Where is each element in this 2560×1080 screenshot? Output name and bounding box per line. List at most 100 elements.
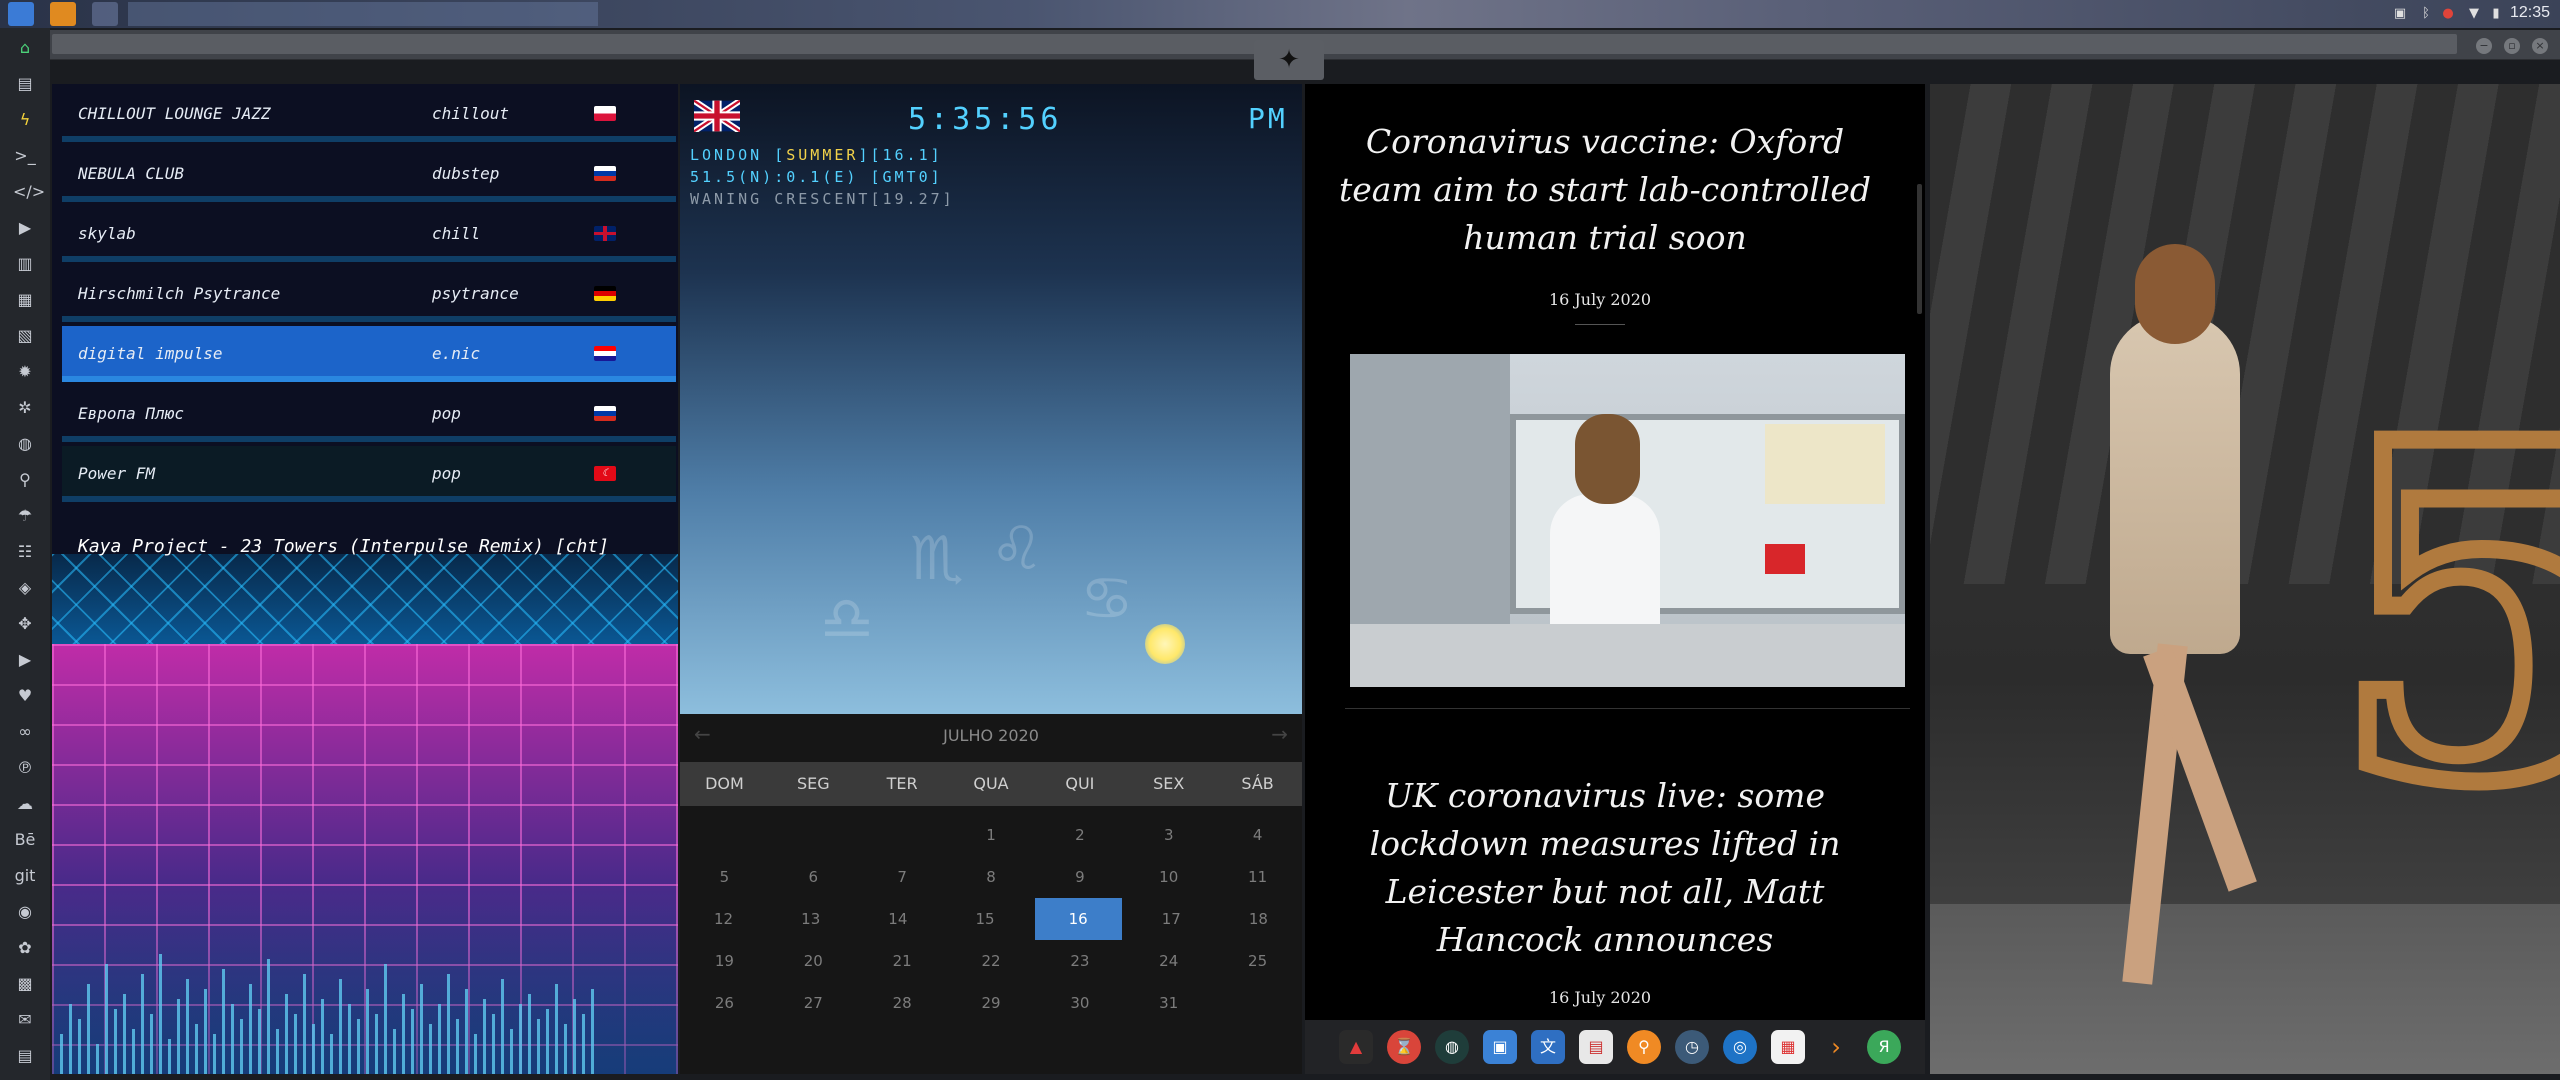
git-icon[interactable]: git <box>13 864 37 888</box>
calendar-day[interactable]: 6 <box>769 856 858 898</box>
station-genre: psytrance <box>432 284 519 303</box>
bluetooth-icon[interactable]: ᛒ <box>2418 6 2434 22</box>
station-row[interactable]: Hirschmilch Psytrance psytrance <box>62 266 676 322</box>
mail-icon[interactable]: ✉ <box>13 1008 37 1032</box>
minimize-button[interactable]: − <box>2476 38 2492 54</box>
globe-icon[interactable]: ◍ <box>13 432 37 456</box>
visualizer-bar <box>429 1024 432 1074</box>
globe-app-icon[interactable]: ◍ <box>1435 1030 1469 1064</box>
expand-icon[interactable]: ✥ <box>13 612 37 636</box>
files-app-icon[interactable] <box>8 2 34 26</box>
news-scrollbar[interactable] <box>1917 184 1922 314</box>
calendar-next-arrow-icon[interactable]: → <box>1271 722 1288 746</box>
calendar-day[interactable]: 27 <box>769 982 858 1024</box>
visualizer-bar <box>240 1019 243 1074</box>
umbrella-icon[interactable]: ☂ <box>13 504 37 528</box>
map-icon[interactable]: ▩ <box>13 972 37 996</box>
chevron-app-icon[interactable]: › <box>1819 1030 1853 1064</box>
behance-icon[interactable]: Bē <box>13 828 37 852</box>
calendar-day[interactable]: 5 <box>680 856 769 898</box>
station-row[interactable]: Power FM pop ☾ <box>62 446 676 502</box>
calendar-day[interactable]: 25 <box>1213 940 1302 982</box>
calendar-day[interactable]: 9 <box>1035 856 1124 898</box>
calendar-day[interactable]: 17 <box>1128 898 1215 940</box>
calendar-day[interactable]: 31 <box>1124 982 1213 1024</box>
calendar-day-today[interactable]: 16 <box>1034 898 1122 940</box>
calendar-day[interactable]: 20 <box>769 940 858 982</box>
image-tray-icon[interactable]: ▣ <box>2392 6 2408 22</box>
station-row-selected[interactable]: digital impulse e.nic <box>62 326 676 382</box>
clock-app-icon[interactable]: ◷ <box>1675 1030 1709 1064</box>
browser-app-icon[interactable]: ◎ <box>1723 1030 1757 1064</box>
timer-app-icon[interactable]: ⌛ <box>1387 1030 1421 1064</box>
close-button[interactable]: × <box>2532 38 2548 54</box>
article-image[interactable] <box>1350 354 1905 687</box>
pinterest-icon[interactable]: ℗ <box>13 756 37 780</box>
storage-icon[interactable]: ▤ <box>13 1044 37 1068</box>
document-icon[interactable]: ▤ <box>13 72 37 96</box>
visualizer-bar <box>132 1029 135 1074</box>
article-headline[interactable]: UK coronavirus live: some lockdown measu… <box>1325 772 1885 964</box>
rebel-icon[interactable]: ✹ <box>13 360 37 384</box>
play-icon[interactable]: ▶ <box>13 216 37 240</box>
calendar-day[interactable]: 18 <box>1215 898 1302 940</box>
calendar-day[interactable]: 8 <box>947 856 1036 898</box>
calendar-day[interactable]: 30 <box>1035 982 1124 1024</box>
cloud-icon[interactable]: ☁ <box>13 792 37 816</box>
lightning-icon[interactable]: ϟ <box>13 108 37 132</box>
calendar-day[interactable]: 26 <box>680 982 769 1024</box>
calendar-day[interactable]: 28 <box>858 982 947 1024</box>
calendar-day[interactable]: 15 <box>941 898 1028 940</box>
alert-tray-icon[interactable]: ● <box>2440 6 2456 22</box>
terminal-icon[interactable]: >_ <box>13 144 37 168</box>
calendar-day[interactable]: 1 <box>947 814 1036 856</box>
calendar-day[interactable]: 12 <box>680 898 767 940</box>
apps-icon[interactable]: ✿ <box>13 936 37 960</box>
infinity-icon[interactable]: ∞ <box>13 720 37 744</box>
calendar-day[interactable]: 4 <box>1213 814 1302 856</box>
station-row[interactable]: skylab chill <box>62 206 676 262</box>
heart-icon[interactable]: ♥ <box>13 684 37 708</box>
calendar-day[interactable]: 19 <box>680 940 769 982</box>
calendar-day[interactable]: 23 <box>1035 940 1124 982</box>
translate-app-icon[interactable]: 文 <box>1531 1030 1565 1064</box>
tag-icon[interactable]: ◈ <box>13 576 37 600</box>
arch-app-icon[interactable]: ▲ <box>1339 1030 1373 1064</box>
wifi-icon[interactable]: ▼ <box>2466 6 2482 22</box>
home-icon[interactable]: ⌂ <box>13 36 37 60</box>
calendar-day[interactable]: 10 <box>1124 856 1213 898</box>
maximize-button[interactable]: ▫ <box>2504 38 2520 54</box>
calendar-day[interactable]: 3 <box>1124 814 1213 856</box>
station-row[interactable]: CHILLOUT LOUNGE JAZZ chillout <box>62 86 676 142</box>
calendar-day[interactable]: 21 <box>858 940 947 982</box>
calendar-day[interactable]: 14 <box>854 898 941 940</box>
battery-icon[interactable]: ▮ <box>2488 6 2504 22</box>
reader-app-icon[interactable]: ▤ <box>1579 1030 1613 1064</box>
calendar-day[interactable]: 2 <box>1035 814 1124 856</box>
sublime-app-icon[interactable] <box>50 2 76 26</box>
calendar-day[interactable]: 11 <box>1213 856 1302 898</box>
devices-icon[interactable]: ▥ <box>13 252 37 276</box>
image-viewer-app-icon[interactable]: ▣ <box>1483 1030 1517 1064</box>
system-clock[interactable]: 12:35 <box>2510 4 2550 22</box>
article-headline[interactable]: Coronavirus vaccine: Oxford team aim to … <box>1325 118 1885 262</box>
calendar-day[interactable]: 7 <box>858 856 947 898</box>
window-task-icon[interactable] <box>92 2 118 26</box>
calendar-day[interactable]: 22 <box>947 940 1036 982</box>
youtube-icon[interactable]: ▶ <box>13 648 37 672</box>
calendar-day[interactable]: 24 <box>1124 940 1213 982</box>
station-row[interactable]: Европа Плюс pop <box>62 386 676 442</box>
github-icon[interactable]: ◉ <box>13 900 37 924</box>
station-row[interactable]: NEBULA CLUB dubstep <box>62 146 676 202</box>
search-icon[interactable]: ⚲ <box>13 468 37 492</box>
calendar-day[interactable]: 29 <box>947 982 1036 1024</box>
contact-icon[interactable]: ☷ <box>13 540 37 564</box>
code-icon[interactable]: </> <box>13 180 45 204</box>
empire-icon[interactable]: ✲ <box>13 396 37 420</box>
news-icon[interactable]: ▧ <box>13 324 37 348</box>
calendar-day[interactable]: 13 <box>767 898 854 940</box>
yandex-app-icon[interactable]: Я <box>1867 1030 1901 1064</box>
calendar-app-icon[interactable]: ▦ <box>1771 1030 1805 1064</box>
search-app-icon[interactable]: ⚲ <box>1627 1030 1661 1064</box>
image-icon[interactable]: ▦ <box>13 288 37 312</box>
